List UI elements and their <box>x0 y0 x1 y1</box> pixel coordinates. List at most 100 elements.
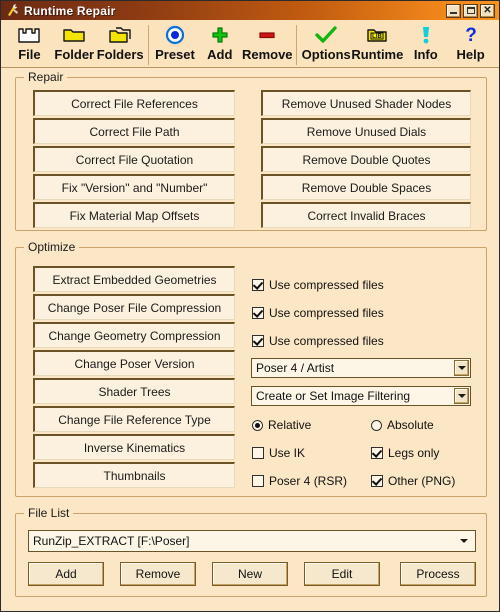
toolbar-button-folders[interactable]: Folders <box>97 23 144 62</box>
repair-button-remove-double-quotes[interactable]: Remove Double Quotes <box>261 146 471 172</box>
title-bar: Runtime Repair ✕ <box>1 1 499 20</box>
toolbar-label-folder: Folder <box>54 47 95 62</box>
question-mark-icon: ? <box>463 23 479 47</box>
radio-relative[interactable]: Relative <box>252 418 311 432</box>
shader-action-combo-value: Create or Set Image Filtering <box>256 389 411 403</box>
toolbar-button-add[interactable]: Add <box>197 23 242 62</box>
checkbox-box-poser-4-rsr[interactable] <box>252 475 264 487</box>
optimize-button-change-poser-version[interactable]: Change Poser Version <box>33 350 235 376</box>
checkbox-use-compressed-files-3[interactable]: Use compressed files <box>252 334 384 348</box>
runtime-repair-app-icon <box>5 3 20 18</box>
toolbar-button-file[interactable]: File <box>7 23 52 62</box>
folder-icon <box>62 23 86 47</box>
info-exclamation-icon <box>419 23 433 47</box>
checkmark-icon <box>315 23 337 47</box>
lib-folder-icon: LIB <box>365 23 389 47</box>
toolbar-button-preset[interactable]: Preset <box>153 23 198 62</box>
optimize-button-change-poser-file-compression[interactable]: Change Poser File Compression <box>33 294 235 320</box>
toolbar-label-add: Add <box>207 47 233 62</box>
window-controls: ✕ <box>446 3 497 18</box>
optimize-button-thumbnails[interactable]: Thumbnails <box>33 462 235 488</box>
optimize-button-change-geometry-compression[interactable]: Change Geometry Compression <box>33 322 235 348</box>
toolbar-button-folder[interactable]: Folder <box>52 23 97 62</box>
checkbox-label-other-png: Other (PNG) <box>388 474 456 488</box>
radio-box-relative[interactable] <box>252 419 263 431</box>
checkbox-box-legs-only[interactable] <box>371 447 383 459</box>
radio-box-absolute[interactable] <box>371 419 382 431</box>
file-list-process-button[interactable]: Process <box>400 562 476 586</box>
toolbar-label-file: File <box>18 47 41 62</box>
runtime-repair-window: Runtime Repair ✕ File Folder Folders Pre… <box>0 0 500 612</box>
toolbar-label-preset: Preset <box>155 47 195 62</box>
toolbar-label-help: Help <box>456 47 485 62</box>
checkbox-box-use-ik[interactable] <box>252 447 264 459</box>
checkbox-label-3: Use compressed files <box>269 334 384 348</box>
repair-button-correct-invalid-braces[interactable]: Correct Invalid Braces <box>261 202 471 228</box>
toolbar-button-help[interactable]: ? Help <box>448 23 493 62</box>
plus-icon <box>210 23 230 47</box>
toolbar-label-runtime: Runtime <box>351 47 404 62</box>
maximize-button[interactable] <box>463 3 478 18</box>
toolbar-label-options: Options <box>301 47 351 62</box>
checkbox-label-legs-only: Legs only <box>388 446 440 460</box>
file-list-edit-button[interactable]: Edit <box>304 562 380 586</box>
repair-button-correct-file-path[interactable]: Correct File Path <box>33 118 235 144</box>
checkbox-box-1[interactable] <box>252 279 264 291</box>
poser-version-combo[interactable]: Poser 4 / Artist <box>251 358 471 378</box>
optimize-button-change-file-reference-type[interactable]: Change File Reference Type <box>33 406 235 432</box>
checkbox-box-2[interactable] <box>252 307 264 319</box>
checkbox-legs-only[interactable]: Legs only <box>371 446 439 460</box>
toolbar-separator-2 <box>296 25 298 65</box>
repair-button-remove-unused-dials[interactable]: Remove Unused Dials <box>261 118 471 144</box>
toolbar-button-runtime[interactable]: LIB Runtime <box>351 23 403 62</box>
chevron-down-icon-file-list[interactable] <box>456 531 471 551</box>
repair-button-correct-file-references[interactable]: Correct File References <box>33 90 235 116</box>
repair-group-legend: Repair <box>24 70 68 84</box>
file-list-add-button[interactable]: Add <box>28 562 104 586</box>
folders-icon <box>108 23 132 47</box>
optimize-button-extract-embedded-geometries[interactable]: Extract Embedded Geometries <box>33 266 235 292</box>
file-open-icon <box>17 23 41 47</box>
optimize-group-legend: Optimize <box>24 240 80 254</box>
checkbox-label-use-ik: Use IK <box>269 446 306 460</box>
checkbox-use-compressed-files-2[interactable]: Use compressed files <box>252 306 384 320</box>
toolbar-button-info[interactable]: Info <box>403 23 448 62</box>
toolbar-label-remove: Remove <box>241 47 293 62</box>
file-list-new-button[interactable]: New <box>212 562 288 586</box>
checkbox-use-compressed-files-1[interactable]: Use compressed files <box>252 278 384 292</box>
checkbox-poser-4-rsr[interactable]: Poser 4 (RSR) <box>252 474 347 488</box>
optimize-button-inverse-kinematics[interactable]: Inverse Kinematics <box>33 434 235 460</box>
minimize-button[interactable] <box>446 3 461 18</box>
repair-group: Repair Correct File References Correct F… <box>15 70 487 231</box>
repair-button-correct-file-quotation[interactable]: Correct File Quotation <box>33 146 235 172</box>
checkbox-other-png[interactable]: Other (PNG) <box>371 474 455 488</box>
repair-button-remove-double-spaces[interactable]: Remove Double Spaces <box>261 174 471 200</box>
svg-text:?: ? <box>465 25 477 45</box>
shader-action-combo[interactable]: Create or Set Image Filtering <box>251 386 471 406</box>
repair-button-fix-material-map-offsets[interactable]: Fix Material Map Offsets <box>33 202 235 228</box>
toolbar-button-options[interactable]: Options <box>301 23 351 62</box>
repair-button-remove-unused-shader-nodes[interactable]: Remove Unused Shader Nodes <box>261 90 471 116</box>
toolbar-label-info: Info <box>413 47 438 62</box>
minus-icon <box>257 23 277 47</box>
file-list-combo[interactable]: RunZip_EXTRACT [F:\Poser] <box>28 530 476 552</box>
close-button[interactable]: ✕ <box>480 3 495 18</box>
optimize-group: Optimize Extract Embedded Geometries Cha… <box>15 240 487 497</box>
repair-button-fix-version-and-number[interactable]: Fix "Version" and "Number" <box>33 174 235 200</box>
radio-label-relative: Relative <box>268 418 312 432</box>
file-list-combo-value: RunZip_EXTRACT [F:\Poser] <box>33 534 190 548</box>
checkbox-label-poser-4-rsr: Poser 4 (RSR) <box>269 474 348 488</box>
toolbar-button-remove[interactable]: Remove <box>241 23 293 62</box>
chevron-down-icon-version[interactable] <box>454 360 469 376</box>
checkbox-box-other-png[interactable] <box>371 475 383 487</box>
poser-version-combo-value: Poser 4 / Artist <box>256 361 335 375</box>
main-toolbar: File Folder Folders Preset Add Remove Op… <box>1 20 499 68</box>
optimize-button-shader-trees[interactable]: Shader Trees <box>33 378 235 404</box>
checkbox-use-ik[interactable]: Use IK <box>252 446 305 460</box>
file-list-group-legend: File List <box>24 506 74 520</box>
file-list-remove-button[interactable]: Remove <box>120 562 196 586</box>
checkbox-box-3[interactable] <box>252 335 264 347</box>
radio-absolute[interactable]: Absolute <box>371 418 434 432</box>
toolbar-label-folders: Folders <box>96 47 144 62</box>
chevron-down-icon-shader[interactable] <box>454 388 469 404</box>
